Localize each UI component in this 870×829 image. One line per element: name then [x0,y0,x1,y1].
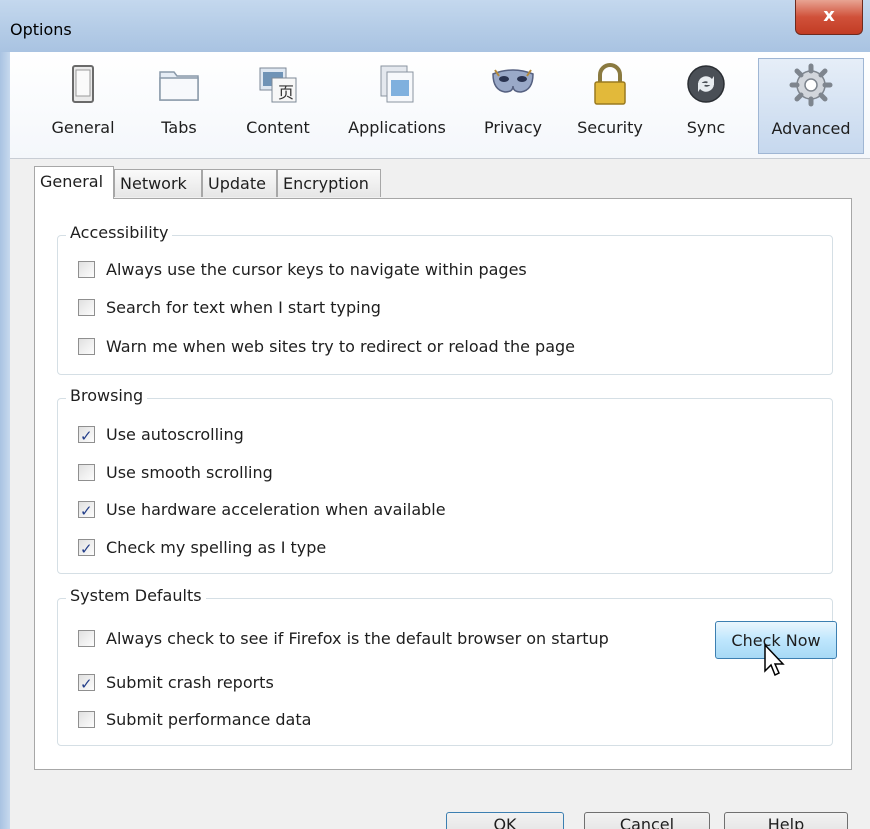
system-defaults-group: System Defaults Always check to see if F… [57,586,837,746]
cancel-button[interactable]: Cancel [584,812,710,829]
accessibility-title: Accessibility [66,223,173,242]
content-icon: 页 [259,67,297,103]
options-window: Options x General Tabs 页 Content Applica… [0,0,870,829]
window-frame [0,52,10,829]
default-browser-checkbox[interactable] [78,630,95,647]
toolbar-tabs[interactable]: Tabs [146,58,212,152]
padlock-icon [594,63,626,105]
tab-update[interactable]: Update [202,169,277,197]
toolbar-general-label: General [51,118,115,137]
checkmark-icon: ✓ [80,502,93,520]
hardware-acceleration-checkbox[interactable]: ✓ [78,501,95,520]
help-button[interactable]: Help [724,812,848,829]
title-bar[interactable]: Options x [0,0,870,52]
gear-icon [789,63,833,107]
toolbar-security-label: Security [577,118,643,137]
toolbar-general[interactable]: General [46,58,120,152]
general-tab-panel: Accessibility Always use the cursor keys… [34,198,852,770]
privacy-mask-icon [492,69,534,93]
toolbar-sync-label: Sync [686,118,726,137]
checkmark-icon: ✓ [80,427,93,445]
system-defaults-title: System Defaults [66,586,206,605]
sync-icon [687,65,725,103]
close-icon: x [823,5,835,26]
cursor-keys-label: Always use the cursor keys to navigate w… [106,260,527,279]
options-toolbar: General Tabs 页 Content Applications Priv… [10,52,870,159]
toolbar-advanced[interactable]: Advanced [758,58,864,154]
checkmark-icon: ✓ [80,675,93,693]
performance-data-checkbox[interactable] [78,711,95,728]
search-text-checkbox[interactable] [78,299,95,316]
toolbar-applications[interactable]: Applications [338,58,456,152]
toolbar-privacy-label: Privacy [484,118,542,137]
crash-reports-checkbox[interactable]: ✓ [78,674,95,693]
window-title: Options [10,20,72,39]
mouse-cursor-icon [764,643,785,677]
tab-general[interactable]: General [34,166,114,199]
crash-reports-label: Submit crash reports [106,673,274,692]
smooth-scrolling-checkbox[interactable] [78,464,95,481]
checkmark-icon: ✓ [80,540,93,558]
applications-icon [380,65,414,103]
toolbar-advanced-label: Advanced [771,119,851,138]
browsing-group: Browsing ✓ Use autoscrolling Use smooth … [57,386,833,574]
default-browser-label: Always check to see if Firefox is the de… [106,629,609,648]
toolbar-content-label: Content [246,118,310,137]
search-text-label: Search for text when I start typing [106,298,381,317]
tab-encryption[interactable]: Encryption [277,169,381,197]
toolbar-content[interactable]: 页 Content [238,58,318,152]
toolbar-privacy[interactable]: Privacy [478,58,548,152]
warn-redirect-label: Warn me when web sites try to redirect o… [106,337,575,356]
toolbar-applications-label: Applications [348,118,446,137]
spell-check-label: Check my spelling as I type [106,538,327,557]
browsing-title: Browsing [66,386,148,405]
warn-redirect-checkbox[interactable] [78,338,95,355]
autoscrolling-label: Use autoscrolling [106,425,244,444]
autoscrolling-checkbox[interactable]: ✓ [78,426,95,445]
accessibility-group: Accessibility Always use the cursor keys… [57,223,833,375]
toolbar-security[interactable]: Security [568,58,652,152]
tab-network[interactable]: Network [114,169,202,197]
toolbar-sync[interactable]: Sync [676,58,736,152]
cursor-keys-checkbox[interactable] [78,261,95,278]
close-button[interactable]: x [795,0,863,35]
general-icon [72,65,94,103]
svg-text:页: 页 [278,83,294,102]
hardware-acceleration-label: Use hardware acceleration when available [106,500,446,519]
performance-data-label: Submit performance data [106,710,312,729]
spell-check-checkbox[interactable]: ✓ [78,539,95,558]
tabs-icon [159,71,199,101]
toolbar-tabs-label: Tabs [161,118,197,137]
ok-button[interactable]: OK [446,812,564,829]
smooth-scrolling-label: Use smooth scrolling [106,463,273,482]
